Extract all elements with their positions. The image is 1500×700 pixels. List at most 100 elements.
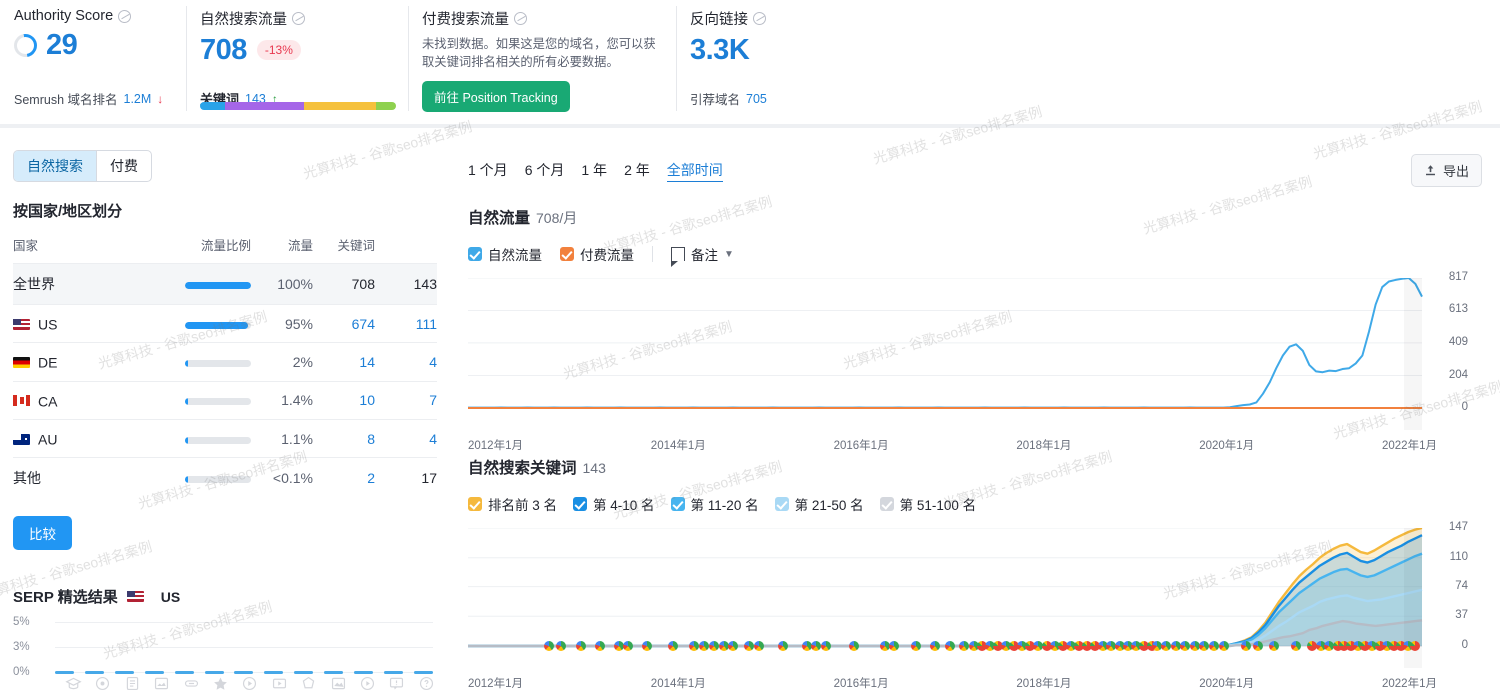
range-6 个月[interactable]: 6 个月 — [525, 160, 565, 182]
play-circle-icon[interactable] — [241, 675, 258, 692]
google-update-marker[interactable] — [778, 641, 788, 651]
document-icon[interactable] — [124, 675, 141, 692]
range-2 年[interactable]: 2 年 — [624, 160, 650, 182]
table-row[interactable]: US95%674111 — [13, 305, 437, 343]
info-icon[interactable] — [514, 12, 527, 25]
google-update-marker[interactable] — [728, 641, 738, 651]
legend-organic-traffic[interactable]: 自然流量 — [468, 244, 542, 264]
checkbox-paid-traffic[interactable] — [560, 247, 574, 261]
traffic-cell[interactable]: 674 — [313, 305, 375, 343]
traffic-type-toggle[interactable]: 自然搜索 付费 — [13, 150, 152, 182]
google-update-marker[interactable] — [802, 641, 812, 651]
google-update-marker[interactable] — [1171, 641, 1181, 651]
keywords-cell[interactable]: 4 — [375, 419, 437, 457]
google-update-marker[interactable] — [880, 641, 890, 651]
google-update-marker[interactable] — [1199, 641, 1209, 651]
google-update-marker[interactable] — [1152, 641, 1162, 651]
image-card-icon[interactable] — [153, 675, 170, 692]
google-update-marker[interactable] — [930, 641, 940, 651]
compare-button[interactable]: 比较 — [13, 516, 72, 550]
google-update-marker[interactable] — [623, 641, 633, 651]
range-1 年[interactable]: 1 年 — [581, 160, 607, 182]
image-icon[interactable] — [330, 675, 347, 692]
google-update-marker[interactable] — [699, 641, 709, 651]
date-range-selector[interactable]: 1 个月 6 个月 1 年 2 年全部时间 — [468, 160, 723, 182]
table-row[interactable]: CA1.4%107 — [13, 381, 437, 419]
google-update-marker[interactable] — [889, 641, 899, 651]
checkbox-organic-traffic[interactable] — [468, 247, 482, 261]
google-update-marker[interactable] — [945, 641, 955, 651]
google-update-marker[interactable] — [1219, 641, 1229, 651]
traffic-cell[interactable]: 14 — [313, 343, 375, 381]
google-update-marker[interactable] — [1161, 641, 1171, 651]
google-update-marker[interactable] — [744, 641, 754, 651]
star-icon[interactable] — [212, 675, 229, 692]
legend-2[interactable]: 第 4-10 名 — [573, 494, 655, 514]
google-update-marker[interactable] — [1241, 641, 1251, 651]
google-update-marker[interactable] — [811, 641, 821, 651]
google-update-marker[interactable] — [576, 641, 586, 651]
link-icon[interactable] — [183, 675, 200, 692]
export-button[interactable]: 导出 — [1411, 154, 1482, 187]
toggle-paid[interactable]: 付费 — [97, 151, 151, 181]
legend-1[interactable]: 排名前 3 名 — [468, 494, 557, 514]
table-row[interactable]: 其他<0.1%217 — [13, 458, 437, 499]
keywords-cell[interactable]: 4 — [375, 343, 437, 381]
google-update-marker[interactable] — [1269, 641, 1279, 651]
traffic-cell[interactable]: 8 — [313, 419, 375, 457]
checkbox-rank-1[interactable] — [468, 497, 482, 511]
google-update-marker[interactable] — [689, 641, 699, 651]
play-icon[interactable] — [359, 675, 376, 692]
keywords-cell[interactable]: 111 — [375, 305, 437, 343]
legend-5[interactable]: 第 51-100 名 — [880, 494, 977, 514]
organic-keywords-chart[interactable]: 037741101472012年1月2014年1月2016年1月2018年1月2… — [468, 528, 1468, 668]
badge-icon[interactable] — [300, 675, 317, 692]
video-box-icon[interactable] — [271, 675, 288, 692]
google-update-marker[interactable] — [1253, 641, 1263, 651]
checkbox-rank-2[interactable] — [573, 497, 587, 511]
comment-icon[interactable] — [388, 675, 405, 692]
checkbox-rank-4[interactable] — [775, 497, 789, 511]
google-update-marker[interactable] — [719, 641, 729, 651]
traffic-cell[interactable]: 10 — [313, 381, 375, 419]
table-row[interactable]: AU1.1%84 — [13, 419, 437, 457]
position-tracking-button[interactable]: 前往 Position Tracking — [422, 81, 570, 112]
google-update-marker[interactable] — [959, 641, 969, 651]
google-update-marker[interactable] — [911, 641, 921, 651]
google-update-marker[interactable] — [544, 641, 554, 651]
google-update-marker[interactable] — [821, 641, 831, 651]
question-icon[interactable] — [418, 675, 435, 692]
table-row[interactable]: 全世界100%708143 — [13, 264, 437, 305]
toggle-organic[interactable]: 自然搜索 — [14, 151, 96, 181]
google-update-marker[interactable] — [556, 641, 566, 651]
google-update-marker[interactable] — [849, 641, 859, 651]
organic-traffic-chart[interactable]: 02044096138172012年1月2014年1月2016年1月2018年1… — [468, 278, 1468, 430]
keywords-cell[interactable]: 7 — [375, 381, 437, 419]
checkbox-rank-5[interactable] — [880, 497, 894, 511]
range-全部时间[interactable]: 全部时间 — [667, 160, 723, 182]
google-update-marker[interactable] — [1209, 641, 1219, 651]
range-1 个月[interactable]: 1 个月 — [468, 160, 508, 182]
notes-toggle[interactable]: 备注 ▼ — [671, 244, 734, 264]
google-update-marker[interactable] — [754, 641, 764, 651]
info-icon[interactable] — [753, 12, 766, 25]
location-pin-icon[interactable] — [94, 675, 111, 692]
google-update-marker[interactable] — [595, 641, 605, 651]
google-update-marker[interactable] — [642, 641, 652, 651]
chevron-down-icon[interactable]: ▼ — [724, 249, 734, 260]
legend-4[interactable]: 第 21-50 名 — [775, 494, 864, 514]
google-update-marker[interactable] — [1410, 641, 1420, 651]
checkbox-rank-3[interactable] — [671, 497, 685, 511]
google-update-marker[interactable] — [614, 641, 624, 651]
traffic-cell[interactable]: 2 — [313, 458, 375, 499]
info-icon[interactable] — [292, 12, 305, 25]
google-update-marker[interactable] — [1291, 641, 1301, 651]
google-update-marker[interactable] — [668, 641, 678, 651]
table-row[interactable]: DE2%144 — [13, 343, 437, 381]
graduation-cap-icon[interactable] — [65, 675, 82, 692]
google-update-marker[interactable] — [709, 641, 719, 651]
keywords-cell[interactable]: 17 — [375, 458, 437, 499]
legend-paid-traffic[interactable]: 付费流量 — [560, 244, 634, 264]
legend-3[interactable]: 第 11-20 名 — [671, 494, 759, 514]
info-icon[interactable] — [118, 10, 131, 23]
